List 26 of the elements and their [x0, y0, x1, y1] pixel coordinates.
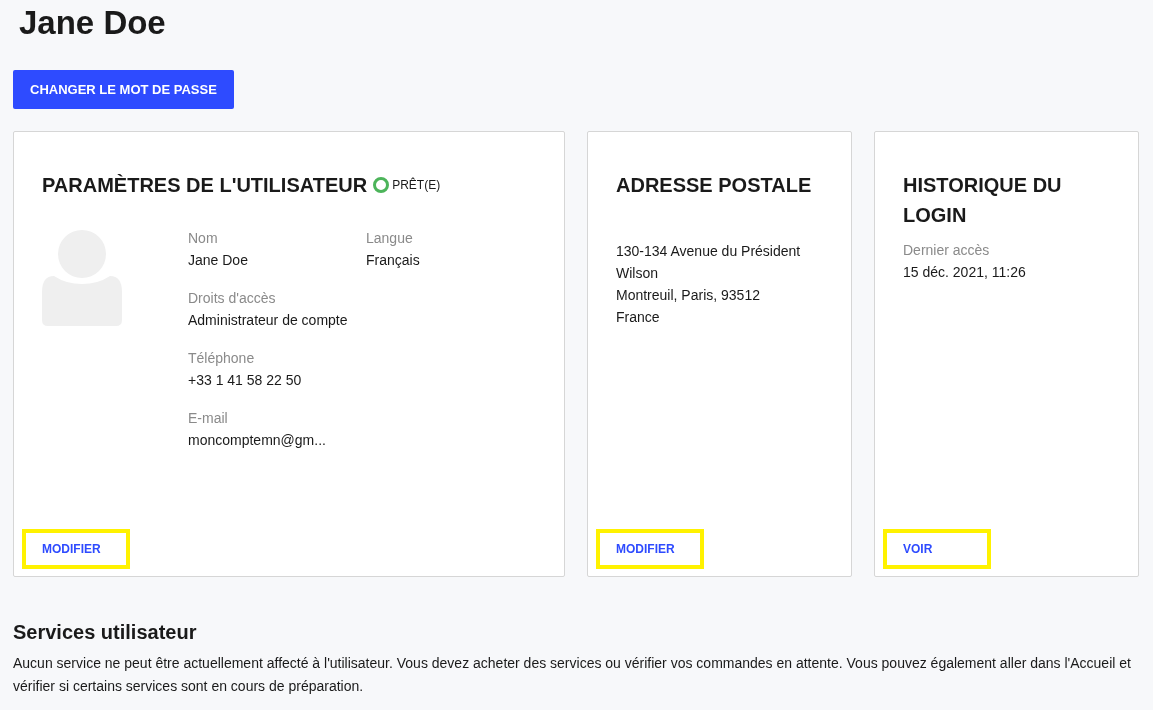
card-title: HISTORIQUE DU LOGIN	[903, 173, 1063, 228]
address-line: France	[616, 308, 661, 327]
page-title: Jane Doe	[18, 3, 167, 43]
view-button[interactable]: VOIR	[883, 529, 991, 569]
section-text: Aucun service ne peut être actuellement affecté à l'utilisateur. Vous devez acheter des services ou vérifier vos commandes en attente. Vous pouvez également aller dans l'Accueil et vérifier si certains services sont en cours de préparation.	[13, 654, 1132, 696]
field-value: moncomptemn@gm...	[188, 432, 327, 448]
field-label: Nom	[188, 230, 219, 246]
field-label: Droits d'accès	[188, 290, 277, 306]
card-title: ADRESSE POSTALE	[616, 173, 812, 198]
address-line: 130-134 Avenue du Président Wilson	[616, 242, 802, 283]
field-label: E-mail	[188, 410, 229, 426]
card-title: PARAMÈTRES DE L'UTILISATEUR	[42, 173, 368, 198]
address-line: Montreuil, Paris, 93512	[616, 286, 761, 305]
field-value: Administrateur de compte	[188, 312, 349, 328]
field-label: Téléphone	[188, 350, 256, 366]
edit-button[interactable]: MODIFIER	[596, 529, 704, 569]
field-value: Français	[366, 252, 421, 268]
field-value: Jane Doe	[188, 252, 249, 268]
section-title: Services utilisateur	[13, 621, 198, 644]
field-label: Dernier accès	[903, 242, 991, 258]
field-label: Langue	[366, 230, 414, 246]
edit-button[interactable]: MODIFIER	[22, 529, 130, 569]
change-password-button[interactable]: CHANGER LE MOT DE PASSE	[13, 70, 234, 109]
field-value: +33 1 41 58 22 50	[188, 372, 303, 388]
field-value: 15 déc. 2021, 11:26	[903, 264, 1027, 280]
status-label: PRÊT(E)	[392, 178, 441, 192]
